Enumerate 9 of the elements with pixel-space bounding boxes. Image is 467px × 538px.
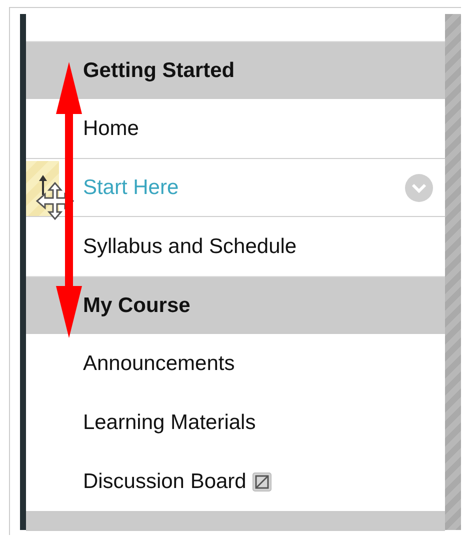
- menu-link[interactable]: Learning Materials: [82, 410, 256, 434]
- menu-link[interactable]: Syllabus and Schedule: [82, 234, 297, 258]
- scrollbar[interactable]: [445, 14, 461, 530]
- menu-link[interactable]: Discussion Board: [82, 470, 246, 494]
- chevron-down-icon[interactable]: [405, 174, 434, 202]
- menu-section-header[interactable]: Getting Started: [26, 41, 446, 99]
- menu-section-header[interactable]: My Course: [26, 276, 446, 334]
- menu-link[interactable]: Home: [82, 116, 139, 140]
- menu-link[interactable]: Announcements: [82, 352, 235, 376]
